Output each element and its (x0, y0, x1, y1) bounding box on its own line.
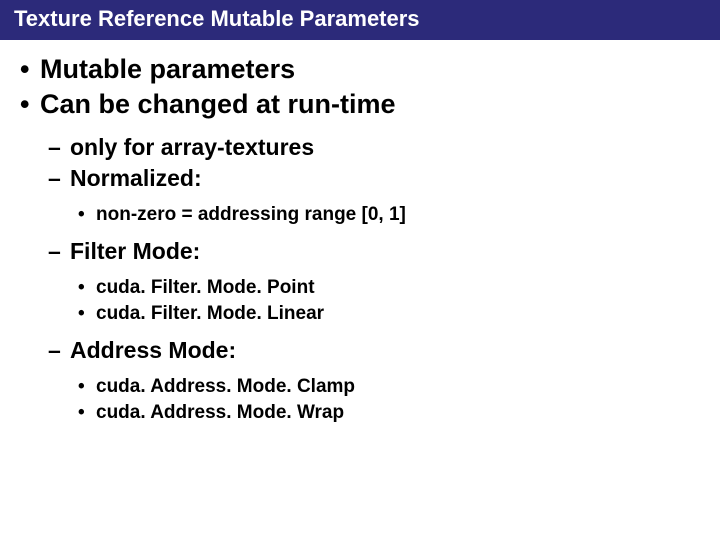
bullet-dot-icon: • (78, 204, 96, 226)
bullet-text: Can be changed at run-time (40, 89, 396, 120)
bullet-level3: • cuda. Address. Mode. Clamp (78, 376, 700, 398)
bullet-level3: • cuda. Filter. Mode. Linear (78, 303, 700, 325)
bullet-text: cuda. Address. Mode. Clamp (96, 376, 355, 398)
bullet-text: cuda. Filter. Mode. Point (96, 277, 315, 299)
slide-title: Texture Reference Mutable Parameters (14, 6, 420, 31)
bullet-dot-icon: • (78, 402, 96, 424)
bullet-level2: – Filter Mode: (48, 238, 700, 265)
bullet-text: cuda. Filter. Mode. Linear (96, 303, 324, 325)
bullet-dot-icon: • (78, 277, 96, 299)
bullet-dot-icon: • (20, 89, 40, 120)
bullet-level1: • Mutable parameters (20, 54, 700, 85)
bullet-dash-icon: – (48, 134, 70, 161)
bullet-text: cuda. Address. Mode. Wrap (96, 402, 344, 424)
bullet-dot-icon: • (78, 376, 96, 398)
bullet-level3: • cuda. Address. Mode. Wrap (78, 402, 700, 424)
slide-content: • Mutable parameters • Can be changed at… (0, 40, 720, 424)
bullet-dot-icon: • (78, 303, 96, 325)
bullet-dash-icon: – (48, 337, 70, 364)
bullet-dash-icon: – (48, 165, 70, 192)
bullet-text: Address Mode: (70, 337, 236, 364)
bullet-text: Mutable parameters (40, 54, 295, 85)
bullet-dash-icon: – (48, 238, 70, 265)
bullet-text: Normalized: (70, 165, 202, 192)
bullet-text: non-zero = addressing range [0, 1] (96, 204, 406, 226)
bullet-level1: • Can be changed at run-time (20, 89, 700, 120)
slide-title-bar: Texture Reference Mutable Parameters (0, 0, 720, 40)
bullet-level3: • non-zero = addressing range [0, 1] (78, 204, 700, 226)
bullet-level2: – only for array-textures (48, 134, 700, 161)
bullet-level2: – Normalized: (48, 165, 700, 192)
bullet-level2: – Address Mode: (48, 337, 700, 364)
bullet-level3: • cuda. Filter. Mode. Point (78, 277, 700, 299)
bullet-text: Filter Mode: (70, 238, 200, 265)
bullet-text: only for array-textures (70, 134, 314, 161)
bullet-dot-icon: • (20, 54, 40, 85)
